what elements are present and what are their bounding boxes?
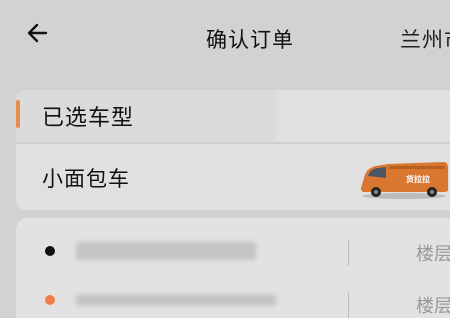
- start-point-icon: [45, 246, 55, 256]
- page-title: 确认订单: [206, 28, 294, 52]
- vehicle-card: 已选车型 小面包车 货拉拉: [16, 90, 450, 210]
- selected-vehicle-label: 已选车型: [42, 106, 135, 131]
- start-address-redacted[interactable]: [76, 242, 256, 260]
- end-floor-field[interactable]: 楼层: [416, 292, 450, 318]
- start-floor-field[interactable]: 楼层: [416, 240, 450, 266]
- svg-text:货拉拉: 货拉拉: [405, 174, 430, 184]
- arrow-left-icon[interactable]: [24, 18, 54, 48]
- separator: [348, 292, 349, 318]
- section-accent-bar: [16, 100, 20, 128]
- top-bar: 确认订单 兰州市: [0, 0, 450, 75]
- city-selector[interactable]: 兰州市: [400, 24, 450, 54]
- end-address-redacted[interactable]: [76, 294, 276, 306]
- separator: [348, 240, 349, 266]
- vehicle-name[interactable]: 小面包车: [42, 163, 130, 193]
- divider: [16, 142, 450, 144]
- van-image: 货拉拉: [361, 162, 448, 199]
- end-point-icon: [45, 295, 55, 305]
- route-card: 楼层 楼层: [16, 218, 450, 318]
- vehicle-section-header: 已选车型: [16, 90, 276, 142]
